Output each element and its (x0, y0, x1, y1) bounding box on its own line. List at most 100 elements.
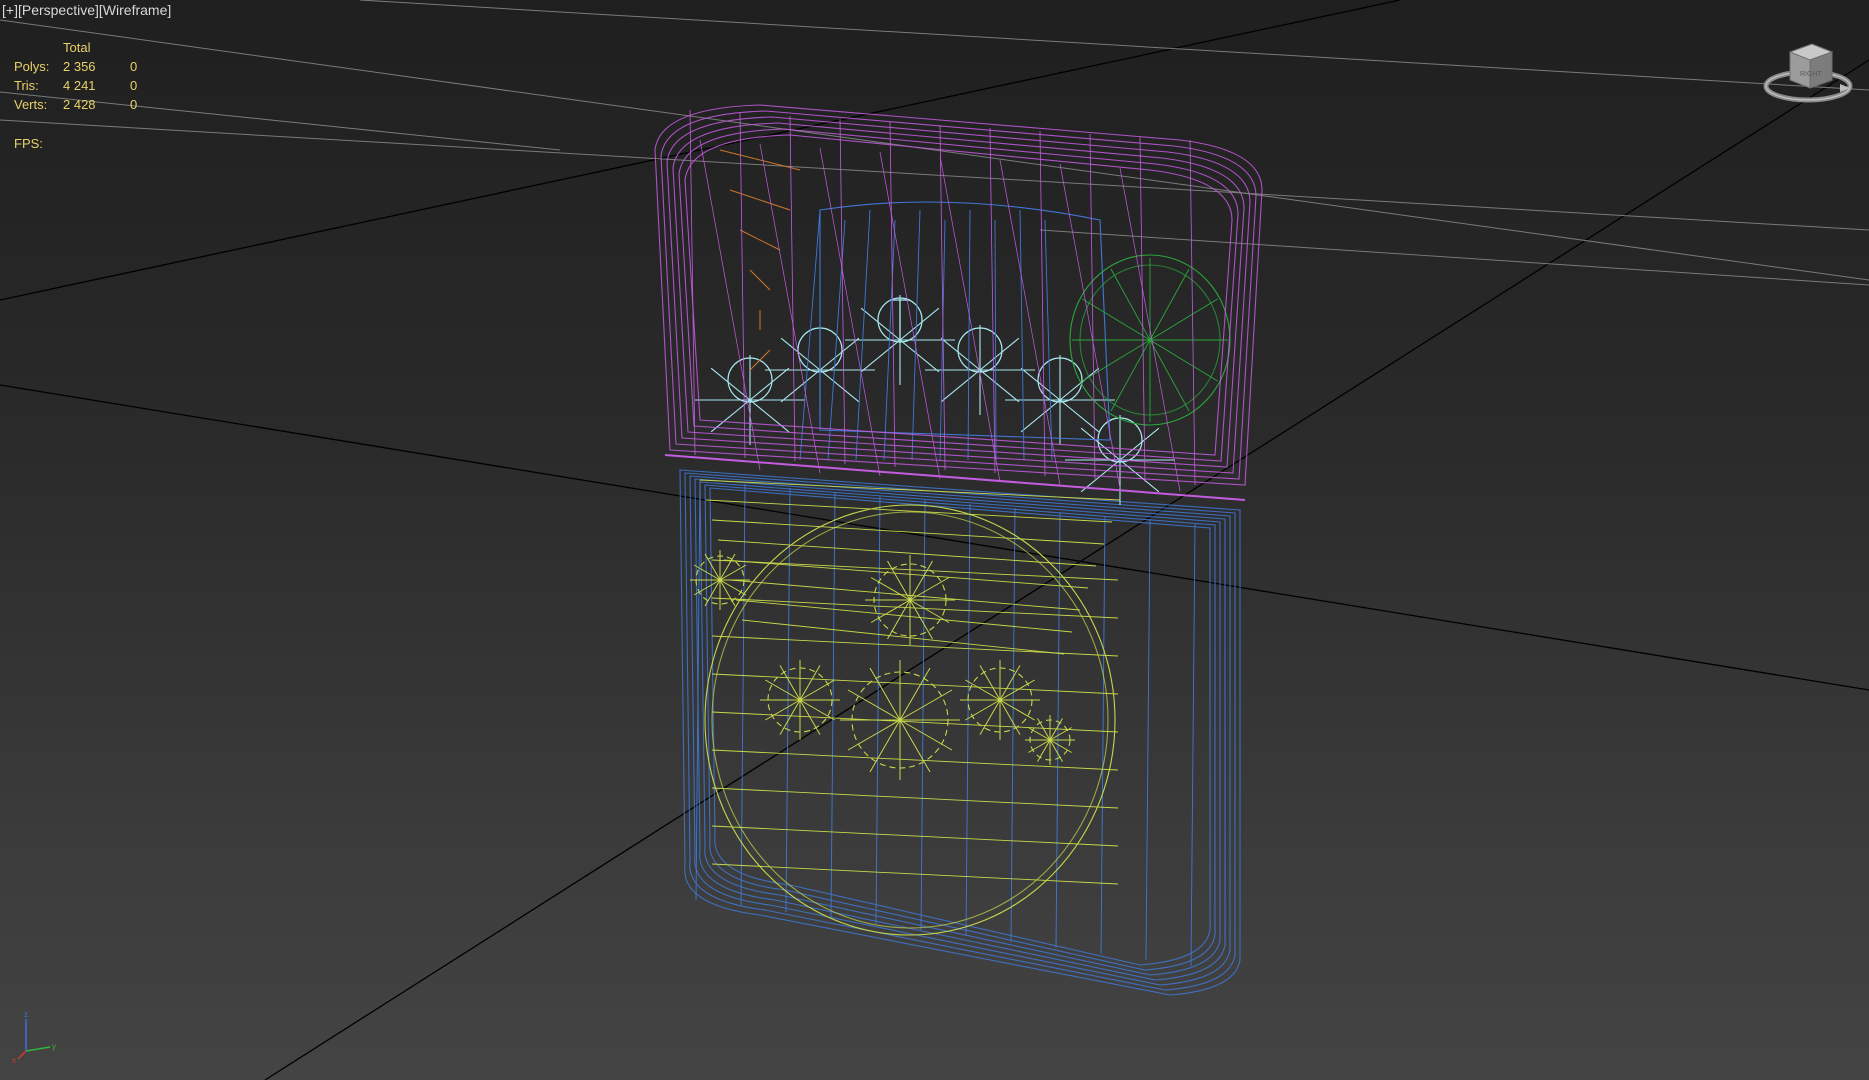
lighter-body-wireframe[interactable] (679, 469, 1241, 996)
stats-total: 2 428 (63, 97, 96, 112)
viewport-shading-menu[interactable]: [Wireframe] (99, 2, 171, 18)
lid-edge (1039, 130, 1046, 477)
emblem-petal-line (965, 679, 1001, 701)
body-contour (704, 484, 1216, 971)
viewcube-icon[interactable]: RIGHT (1760, 36, 1856, 108)
emblem-leaf-line (711, 519, 1105, 545)
body-edge (920, 499, 926, 931)
emblem-petal-line (899, 719, 931, 773)
stats-total: 2 356 (63, 59, 96, 74)
stats-selected: 0 (130, 59, 138, 74)
insert-facet-line (749, 399, 790, 433)
emblem-leaf-line (705, 499, 1113, 523)
emblem-petal-line (899, 667, 931, 721)
cam-arm-line (719, 149, 801, 171)
emblem-petal-line (909, 599, 950, 623)
body-contour (689, 475, 1231, 986)
viewport-plus-menu[interactable]: [+] (2, 2, 18, 18)
cam-arm-line (739, 229, 781, 251)
lid-contour (654, 104, 1263, 486)
wheel-spoke (1149, 339, 1218, 382)
y-axis-label: y (52, 1042, 56, 1051)
emblem-petal-line (779, 665, 801, 701)
emblem-petal-line (869, 667, 901, 721)
stats-total: 4 241 (63, 78, 96, 93)
grid-line (359, 0, 1869, 91)
cam-arm-line (729, 189, 791, 211)
y-axis-line (25, 1046, 51, 1052)
body-contour (694, 478, 1226, 981)
emblem-petal-line (909, 577, 950, 601)
emblem-petal-line (909, 599, 933, 640)
insert-facet-line (819, 337, 860, 371)
lid-contour (672, 122, 1245, 468)
stats-label: Polys: (14, 59, 50, 74)
chimney-edge (967, 209, 971, 461)
grid-line (0, 119, 1869, 231)
chimney-wireframe[interactable] (719, 149, 1111, 461)
cam-arm-line (749, 269, 771, 291)
body-contour (684, 472, 1236, 991)
wheel-spoke (1149, 268, 1190, 341)
emblem-petal-line (765, 679, 801, 701)
body-edge (1100, 515, 1106, 955)
stats-row-verts: Verts: 2 428 0 (14, 95, 150, 114)
grid-line (264, 59, 1869, 1080)
emblem-petal-line (999, 699, 1021, 735)
x-axis-label: x (12, 1056, 16, 1065)
insert-facet-line (899, 307, 940, 341)
viewport-label: [+][Perspective][Wireframe] (2, 2, 171, 18)
viewport-canvas[interactable] (0, 0, 1869, 1080)
chimney-edge (994, 219, 997, 461)
insert-facet-line (979, 369, 1020, 403)
wheel-spoke (1082, 339, 1151, 382)
emblem-petal-line (887, 599, 911, 640)
insert-facet-line (780, 369, 821, 403)
wheel-spoke (1149, 298, 1218, 341)
lid-edge (1139, 136, 1146, 483)
fps-readout: FPS: (14, 136, 43, 151)
body-edge (1190, 523, 1196, 967)
emblem-wireframe[interactable] (690, 479, 1121, 936)
insert-facet-line (940, 369, 981, 403)
emblem-petal-line (799, 665, 821, 701)
lid-edge (989, 127, 996, 474)
insert-facet-line (1119, 459, 1160, 493)
emblem-petal-line (999, 665, 1021, 701)
insert-facet-line (1059, 399, 1100, 433)
emblem-petal-line (869, 719, 901, 773)
emblem-petal-line (847, 719, 901, 751)
emblem-petal-line (765, 699, 801, 721)
stats-label: Verts: (14, 97, 48, 112)
chimney-edge (1019, 209, 1025, 461)
emblem-petal-line (909, 560, 933, 601)
insert-facet-line (819, 369, 860, 403)
insert-facet-line (860, 339, 901, 373)
grid-line (0, 384, 1869, 691)
z-axis-label: z (24, 1010, 28, 1019)
grid-line (0, 19, 1869, 281)
insert-wireframe[interactable] (695, 295, 1175, 505)
insert-facet-line (979, 337, 1020, 371)
chimney-edge (855, 209, 871, 461)
lid-contour (666, 116, 1251, 474)
lid-edge (839, 118, 846, 465)
wheel-spoke (1110, 268, 1151, 341)
lid-diagonal (879, 151, 941, 480)
grid-line (1039, 229, 1869, 286)
viewport-view-menu[interactable]: [Perspective] (18, 2, 99, 18)
emblem-petal-line (870, 599, 911, 623)
stats-label: Tris: (14, 78, 39, 93)
emblem-petal-line (979, 665, 1001, 701)
stats-header: Total (63, 40, 91, 55)
lid-edge (1189, 139, 1196, 486)
insert-facet-line (860, 307, 901, 341)
emblem-petal-line (799, 679, 835, 701)
emblem-petal-line (899, 719, 953, 751)
body-edge (1145, 519, 1151, 961)
insert-facet-line (1020, 367, 1061, 401)
stats-row-tris: Tris: 4 241 0 (14, 76, 150, 95)
emblem-leaf-line (741, 619, 1065, 655)
emblem-petal-line (965, 699, 1001, 721)
lid-edge (889, 121, 896, 468)
